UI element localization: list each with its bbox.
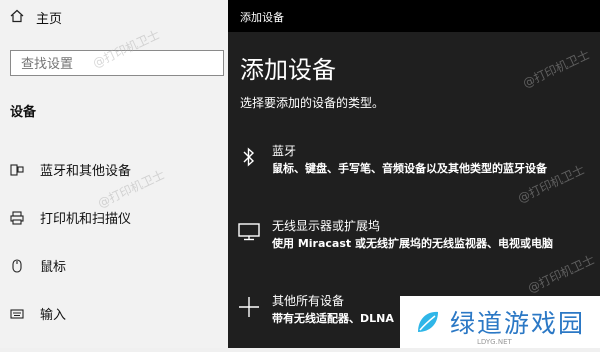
sidebar-item-label: 鼠标: [40, 260, 67, 275]
option-title: 蓝牙: [272, 144, 297, 158]
sidebar-item-mouse[interactable]: 鼠标: [10, 256, 66, 275]
dialog-titlebar[interactable]: 添加设备: [228, 0, 600, 32]
home-link[interactable]: 主页: [10, 8, 62, 27]
sidebar-item-input[interactable]: 输入: [10, 304, 66, 323]
mouse-icon: [10, 258, 24, 273]
logo-subtext: LDYG.NET: [477, 338, 512, 346]
dialog-titlebar-text: 添加设备: [240, 11, 284, 24]
dialog-description: 选择要添加的设备的类型。: [240, 96, 385, 110]
sidebar-item-printers[interactable]: 打印机和扫描仪: [10, 208, 131, 227]
option-description: 鼠标、键盘、手写笔、音频设备以及其他类型的蓝牙设备: [272, 162, 547, 175]
section-title: 设备: [10, 105, 37, 120]
option-description: 带有无线适配器、DLNA: [272, 312, 394, 325]
option-bluetooth[interactable]: 蓝牙 鼠标、键盘、手写笔、音频设备以及其他类型的蓝牙设备: [228, 142, 600, 202]
search-input[interactable]: [10, 50, 224, 76]
logo-text: 绿道游戏园: [450, 309, 586, 338]
sidebar-item-label: 输入: [40, 308, 67, 323]
printer-icon: [10, 210, 24, 225]
bluetooth-icon: [234, 142, 264, 172]
settings-sidebar: 主页 设备 蓝牙和其他设备 打印机和扫描仪 鼠标 输入: [0, 0, 228, 348]
option-description: 使用 Miracast 或无线扩展坞的无线监视器、电视或电脑: [272, 237, 553, 250]
bluetooth-devices-icon: [10, 163, 24, 177]
dialog-heading: 添加设备: [240, 56, 336, 84]
option-title: 其他所有设备: [272, 294, 345, 308]
sidebar-item-label: 蓝牙和其他设备: [40, 164, 132, 179]
sidebar-item-bluetooth[interactable]: 蓝牙和其他设备: [10, 160, 131, 179]
option-title: 无线显示器或扩展坞: [272, 219, 381, 233]
leaf-logo-icon: [418, 311, 438, 332]
keyboard-icon: [10, 307, 24, 321]
sidebar-item-label: 打印机和扫描仪: [40, 212, 132, 227]
home-label: 主页: [36, 12, 63, 27]
site-logo: 绿道游戏园 LDYG.NET: [400, 296, 600, 348]
home-icon: [10, 9, 24, 27]
option-wireless-display[interactable]: 无线显示器或扩展坞 使用 Miracast 或无线扩展坞的无线监视器、电视或电脑: [228, 217, 600, 277]
monitor-icon: [234, 217, 264, 247]
plus-icon: [234, 292, 264, 322]
